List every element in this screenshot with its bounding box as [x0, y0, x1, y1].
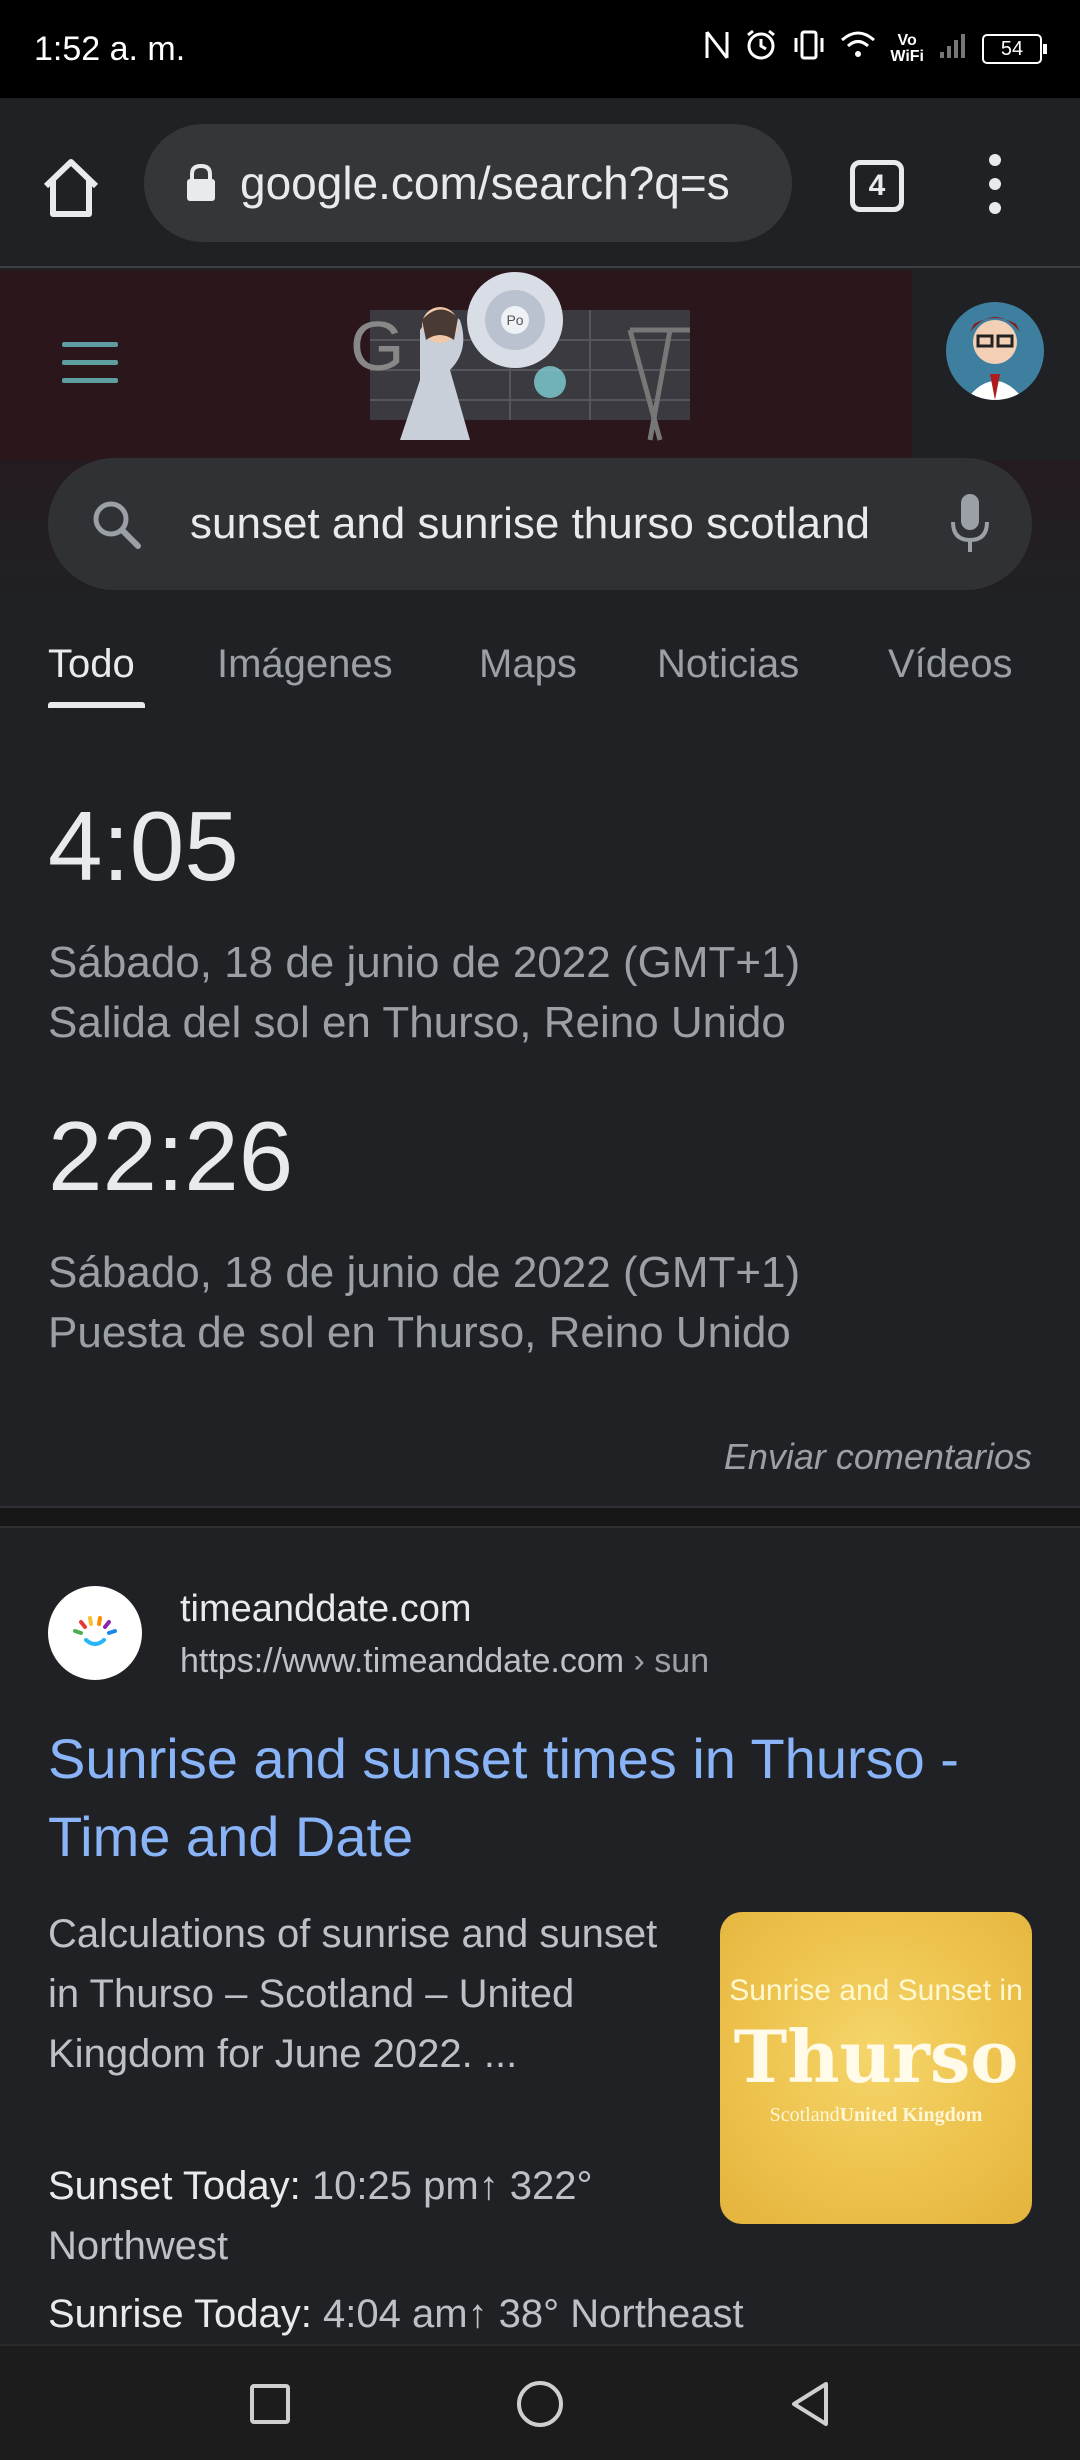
hamburger-line [62, 378, 118, 383]
home-nav-icon[interactable] [510, 2374, 570, 2434]
sunset-label: Puesta de sol en Thurso, Reino Unido [48, 1308, 791, 1357]
tab-maps[interactable]: Maps [479, 642, 577, 687]
thumbnail-main-text: Thurso [733, 2014, 1019, 2099]
site-name[interactable]: timeanddate.com [180, 1588, 472, 1631]
site-favicon [48, 1586, 142, 1680]
sunset-time: 22:26 [48, 1101, 294, 1211]
search-icon [93, 501, 141, 549]
active-tab-indicator [48, 702, 145, 708]
system-navigation-bar [0, 2344, 1080, 2460]
microphone-icon[interactable] [948, 492, 992, 556]
fact-key: Sunrise Today: [48, 2292, 312, 2336]
svg-text:G: G [350, 307, 404, 385]
menu-dot [989, 154, 1001, 166]
thumbnail-sub-right: United Kingdom [839, 2104, 983, 2126]
home-icon [43, 159, 99, 217]
home-button[interactable] [38, 156, 104, 220]
avatar-panel [912, 270, 1080, 460]
svg-text:Po: Po [506, 312, 523, 328]
tab-noticias[interactable]: Noticias [657, 642, 799, 687]
fact-sunrise-today: Sunrise Today: 4:04 am↑ 38° Northeast [48, 2284, 1048, 2344]
search-input[interactable]: sunset and sunrise thurso scotland [190, 499, 880, 549]
url-bar[interactable]: google.com/search?q=s [144, 124, 792, 242]
google-doodle[interactable]: Po G [330, 270, 730, 450]
fact-key: Sunset Today: [48, 2164, 301, 2208]
fact-value: 4:04 am↑ 38° Northeast [311, 2292, 744, 2336]
nfc-icon [704, 28, 730, 70]
thumbnail-subtitle: ScotlandUnited Kingdom [720, 2104, 1032, 2127]
thumbnail-top-text: Sunrise and Sunset in [729, 1974, 1023, 2007]
account-avatar[interactable] [946, 302, 1044, 400]
tab-switcher-button[interactable]: 4 [850, 160, 904, 212]
wifi-icon [840, 30, 876, 68]
status-time: 1:52 a. m. [34, 29, 186, 68]
section-divider [0, 1506, 1080, 1528]
lock-icon [187, 163, 215, 201]
overflow-menu-button[interactable] [980, 154, 1010, 224]
result-title-link[interactable]: Sunrise and sunset times in Thurso - Tim… [48, 1720, 1038, 1876]
hamburger-line [62, 342, 118, 347]
google-header: Po G sunset and sunrise thurso scotland [0, 270, 1080, 600]
fact-sunset-today: Sunset Today: 10:25 pm↑ 322° Northwest [48, 2156, 688, 2276]
signal-icon [938, 30, 968, 68]
tab-videos[interactable]: Vídeos [888, 642, 1013, 687]
site-url-text: https://www.timeanddate.com [180, 1642, 625, 1680]
search-tabs: Todo Imágenes Maps Noticias Vídeos [0, 620, 1080, 710]
avatar-image [946, 302, 1044, 400]
tab-todo[interactable]: Todo [48, 642, 135, 687]
sunrise-date: Sábado, 18 de junio de 2022 (GMT+1) [48, 938, 801, 987]
thumbnail-sub-left: Scotland [769, 2104, 840, 2126]
vowifi-bottom: WiFi [890, 48, 924, 65]
hamburger-menu-button[interactable] [62, 342, 118, 384]
sunrise-label: Salida del sol en Thurso, Reino Unido [48, 998, 786, 1047]
sunrise-time: 4:05 [48, 791, 239, 901]
url-text[interactable]: google.com/search?q=s [240, 156, 760, 210]
result-snippet: Calculations of sunrise and sunset in Th… [48, 1912, 658, 2076]
search-result: timeanddate.com https://www.timeanddate.… [0, 1528, 1080, 2344]
site-url[interactable]: https://www.timeanddate.com › sun [180, 1642, 709, 1681]
site-url-breadcrumb: › sun [624, 1642, 710, 1680]
doodle-illustration: Po G [350, 272, 690, 441]
search-box[interactable]: sunset and sunrise thurso scotland [48, 458, 1032, 590]
vowifi-top: Vo [897, 32, 917, 49]
timeanddate-logo-icon [73, 1616, 117, 1646]
hamburger-line [62, 360, 118, 365]
battery-indicator: 54 [982, 34, 1047, 64]
menu-dot [989, 202, 1001, 214]
result-thumbnail[interactable]: Sunrise and Sunset in Thurso ScotlandUni… [720, 1912, 1032, 2224]
browser-toolbar: google.com/search?q=s 4 [0, 98, 1080, 268]
vowifi-indicator: Vo WiFi [890, 33, 924, 65]
back-icon[interactable] [780, 2374, 840, 2434]
vibrate-icon [792, 28, 826, 70]
alarm-icon [744, 28, 778, 70]
tab-imagenes[interactable]: Imágenes [217, 642, 393, 687]
menu-dot [989, 178, 1001, 190]
status-bar: 1:52 a. m. Vo WiFi 54 [0, 0, 1080, 98]
status-icons: Vo WiFi 54 [704, 28, 1047, 70]
feedback-link[interactable]: Enviar comentarios [724, 1436, 1032, 1478]
sunset-date: Sábado, 18 de junio de 2022 (GMT+1) [48, 1248, 801, 1297]
recents-icon[interactable] [240, 2374, 300, 2434]
sunrise-sunset-card: 4:05 Sábado, 18 de junio de 2022 (GMT+1)… [0, 710, 1080, 1506]
